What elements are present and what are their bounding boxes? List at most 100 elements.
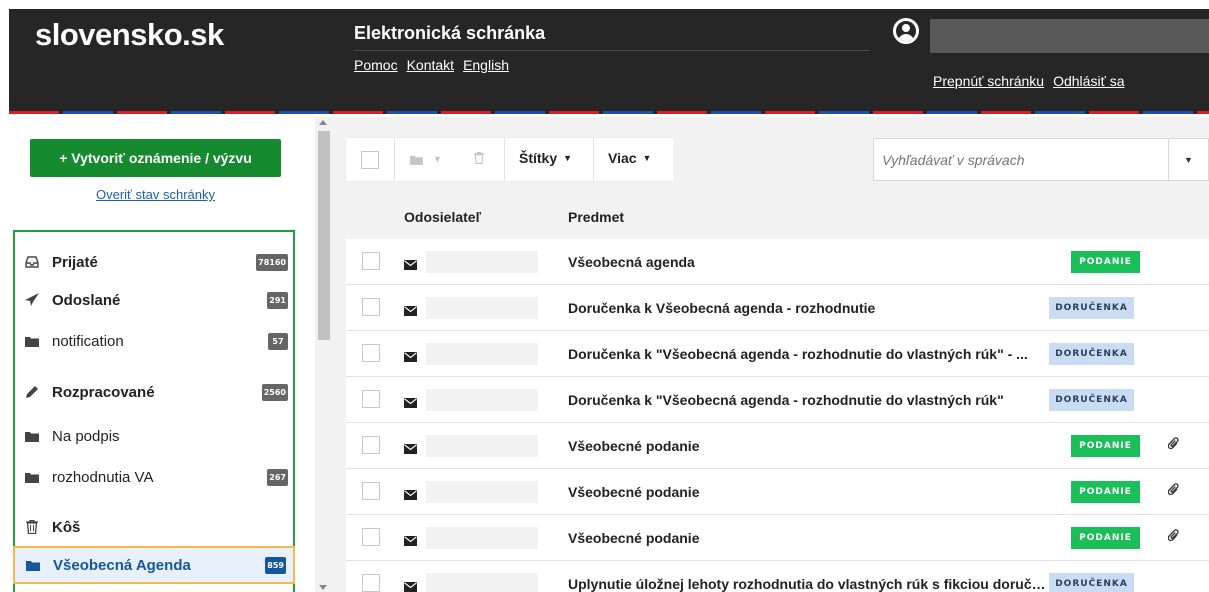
message-toolbar: ▼ Štítky ▼ Viac ▼ <box>346 138 674 181</box>
table-row[interactable]: Všeobecná agenda PODANIE <box>346 239 1209 285</box>
search-options-caret-icon[interactable]: ▼ <box>1169 138 1209 181</box>
flag-stripe-segment <box>1089 111 1139 114</box>
folder-inbox[interactable]: Prijaté 78160 <box>16 245 292 279</box>
row-checkbox[interactable] <box>362 482 380 500</box>
folder-label: notification <box>52 332 124 350</box>
select-all-checkbox[interactable] <box>361 151 379 169</box>
verify-mailbox-link[interactable]: Overiť stav schránky <box>30 187 281 202</box>
table-row[interactable]: Doručenka k "Všeobecná agenda - rozhodnu… <box>346 377 1209 423</box>
column-header-subject[interactable]: Predmet <box>568 209 624 225</box>
help-link[interactable]: Pomoc <box>354 57 398 73</box>
switch-mailbox-link[interactable]: Prepnúť schránku <box>933 73 1044 89</box>
folder-label: Prijaté <box>52 253 98 271</box>
toolbar-divider <box>504 138 505 181</box>
flag-stripe-segment <box>225 111 275 114</box>
message-search-input[interactable] <box>873 138 1169 181</box>
message-subject[interactable]: Uplynutie úložnej lehoty rozhodnutia do … <box>568 576 1046 592</box>
pencil-icon <box>24 384 40 400</box>
sender-placeholder <box>426 251 538 273</box>
row-checkbox[interactable] <box>362 344 380 362</box>
column-header-sender[interactable]: Odosielateľ <box>404 209 481 225</box>
chevron-down-icon: ▼ <box>642 153 652 163</box>
folder-to-sign[interactable]: Na podpis <box>16 419 292 453</box>
envelope-icon <box>404 579 417 592</box>
table-row[interactable]: Všeobecné podanie PODANIE <box>346 469 1209 515</box>
envelope-icon <box>404 303 417 321</box>
table-row[interactable]: Všeobecné podanie PODANIE <box>346 515 1209 561</box>
flag-stripe-segment <box>711 111 761 114</box>
folder-icon <box>24 333 40 349</box>
message-subject[interactable]: Všeobecná agenda <box>568 254 695 270</box>
envelope-icon <box>404 533 417 551</box>
message-type-badge: DORUČENKA <box>1049 573 1134 592</box>
site-logo[interactable]: slovensko.sk <box>35 17 224 53</box>
message-subject[interactable]: Doručenka k Všeobecná agenda - rozhodnut… <box>568 300 875 316</box>
contact-link[interactable]: Kontakt <box>407 57 454 73</box>
message-type-badge: DORUČENKA <box>1049 297 1134 319</box>
folder-decisions-va[interactable]: rozhodnutia VA 267 <box>16 460 292 494</box>
message-subject[interactable]: Doručenka k "Všeobecná agenda - rozhodnu… <box>568 392 1004 408</box>
toolbar-divider <box>593 138 594 181</box>
more-dropdown-label: Viac <box>608 150 637 166</box>
move-folder-caret-icon[interactable]: ▼ <box>433 154 442 164</box>
table-row[interactable]: Doručenka k "Všeobecná agenda - rozhodnu… <box>346 331 1209 377</box>
folder-count-badge: 78160 <box>256 254 288 271</box>
flag-stripe-segment <box>1143 111 1193 114</box>
row-checkbox[interactable] <box>362 390 380 408</box>
table-row[interactable]: Uplynutie úložnej lehoty rozhodnutia do … <box>346 561 1209 592</box>
sender-placeholder <box>426 481 538 503</box>
folder-count-badge: 2560 <box>261 384 288 401</box>
folder-general-agenda[interactable]: Všeobecná Agenda 859 <box>13 546 295 584</box>
more-dropdown[interactable]: Viac ▼ <box>608 150 651 166</box>
sidebar-scrollbar-thumb[interactable] <box>318 131 330 340</box>
row-checkbox[interactable] <box>362 298 380 316</box>
message-subject[interactable]: Doručenka k "Všeobecná agenda - rozhodnu… <box>568 346 1028 362</box>
flag-stripe-segment <box>1035 111 1085 114</box>
table-row[interactable]: Všeobecné podanie PODANIE <box>346 423 1209 469</box>
message-subject[interactable]: Všeobecné podanie <box>568 438 699 454</box>
paperclip-icon <box>1167 483 1180 502</box>
folder-label: Odoslané <box>52 291 121 309</box>
table-row[interactable]: Doručenka k Všeobecná agenda - rozhodnut… <box>346 285 1209 331</box>
flag-stripe-segment <box>1197 111 1209 114</box>
flag-stripe-segment <box>927 111 977 114</box>
chevron-down-icon: ▼ <box>563 153 573 163</box>
sender-placeholder <box>426 389 538 411</box>
scroll-down-arrow-icon[interactable] <box>319 585 327 590</box>
message-type-badge: PODANIE <box>1071 481 1140 503</box>
flag-stripe-segment <box>765 111 815 114</box>
row-checkbox[interactable] <box>362 574 380 592</box>
envelope-icon <box>404 349 417 367</box>
row-checkbox[interactable] <box>362 528 380 546</box>
row-checkbox[interactable] <box>362 436 380 454</box>
flag-stripe-segment <box>333 111 383 114</box>
sender-placeholder <box>426 343 538 365</box>
app-title: Elektronická schránka <box>354 23 546 43</box>
folder-notification[interactable]: notification 57 <box>16 324 292 358</box>
folder-label: rozhodnutia VA <box>52 468 154 486</box>
english-link[interactable]: English <box>463 57 509 73</box>
message-type-badge: PODANIE <box>1071 251 1140 273</box>
flag-stripe-segment <box>9 111 59 114</box>
labels-dropdown[interactable]: Štítky ▼ <box>519 150 572 166</box>
message-subject[interactable]: Všeobecné podanie <box>568 484 699 500</box>
user-name-box <box>930 19 1209 53</box>
user-icon[interactable] <box>893 18 919 44</box>
scroll-up-arrow-icon[interactable] <box>319 120 327 125</box>
folder-icon <box>24 469 40 485</box>
move-folder-icon[interactable] <box>410 154 423 168</box>
message-subject[interactable]: Všeobecné podanie <box>568 530 699 546</box>
flag-stripe-segment <box>63 111 113 114</box>
folder-drafts[interactable]: Rozpracované 2560 <box>16 375 292 409</box>
paper-plane-icon <box>24 292 40 308</box>
delete-icon[interactable] <box>474 151 484 167</box>
row-checkbox[interactable] <box>362 252 380 270</box>
logout-link[interactable]: Odhlásiť sa <box>1053 73 1124 89</box>
folder-trash[interactable]: Kôš <box>16 510 292 544</box>
folder-count-badge: 291 <box>267 292 288 309</box>
paperclip-icon <box>1167 437 1180 456</box>
inbox-icon <box>24 254 40 270</box>
flag-stripe-segment <box>279 111 329 114</box>
folder-sent[interactable]: Odoslané 291 <box>16 283 292 317</box>
create-notice-button[interactable]: + Vytvoriť oznámenie / výzvu <box>30 139 281 177</box>
